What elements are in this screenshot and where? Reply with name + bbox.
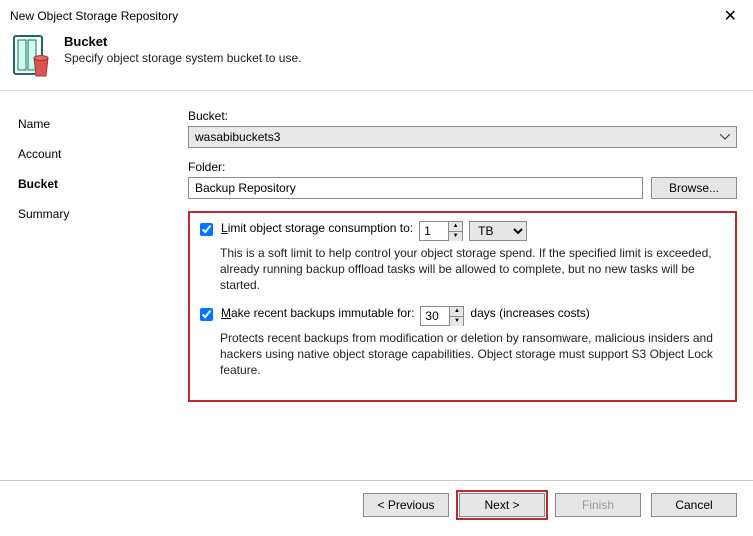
limit-value-spinner[interactable]: ▲▼ — [419, 221, 463, 241]
immutable-value-input[interactable] — [421, 307, 449, 325]
wizard-header: Bucket Specify object storage system buc… — [0, 28, 753, 90]
options-highlight: Limit object storage consumption to: ▲▼ … — [188, 211, 737, 402]
wizard-nav: Name Account Bucket Summary — [0, 91, 172, 480]
form-panel: Bucket: wasabibuckets3 Folder: Browse...… — [172, 91, 753, 480]
immutable-label: Make recent backups immutable for: — [221, 306, 414, 320]
spin-down-icon[interactable]: ▼ — [449, 232, 462, 241]
bucket-label: Bucket: — [188, 109, 737, 123]
immutable-suffix: days (increases costs) — [470, 306, 589, 320]
spin-down-icon[interactable]: ▼ — [450, 317, 463, 326]
limit-value-input[interactable] — [420, 222, 448, 240]
previous-button[interactable]: < Previous — [363, 493, 449, 517]
immutable-checkbox[interactable] — [200, 308, 213, 321]
folder-input[interactable] — [188, 177, 643, 199]
nav-summary[interactable]: Summary — [18, 199, 171, 229]
nav-bucket[interactable]: Bucket — [18, 169, 171, 199]
cancel-button[interactable]: Cancel — [651, 493, 737, 517]
titlebar: New Object Storage Repository ✕ — [0, 0, 753, 28]
bucket-icon — [12, 34, 52, 78]
bucket-select[interactable]: wasabibuckets3 — [188, 126, 737, 148]
immutable-value-spinner[interactable]: ▲▼ — [420, 306, 464, 326]
spin-up-icon[interactable]: ▲ — [450, 307, 463, 317]
nav-name[interactable]: Name — [18, 109, 171, 139]
next-button[interactable]: Next > — [459, 493, 545, 517]
limit-unit-select[interactable]: TB — [469, 221, 527, 241]
spin-up-icon[interactable]: ▲ — [449, 222, 462, 232]
browse-button[interactable]: Browse... — [651, 177, 737, 199]
immutable-description: Protects recent backups from modificatio… — [220, 330, 725, 379]
limit-description: This is a soft limit to help control you… — [220, 245, 725, 294]
wizard-footer: < Previous Next > Finish Cancel — [0, 480, 753, 529]
finish-button: Finish — [555, 493, 641, 517]
page-heading: Bucket — [64, 34, 301, 49]
limit-label: Limit object storage consumption to: — [221, 221, 413, 235]
folder-label: Folder: — [188, 160, 737, 174]
window-title: New Object Storage Repository — [10, 9, 178, 23]
close-icon[interactable]: ✕ — [718, 6, 743, 26]
nav-account[interactable]: Account — [18, 139, 171, 169]
page-subheading: Specify object storage system bucket to … — [64, 51, 301, 65]
limit-checkbox[interactable] — [200, 223, 213, 236]
